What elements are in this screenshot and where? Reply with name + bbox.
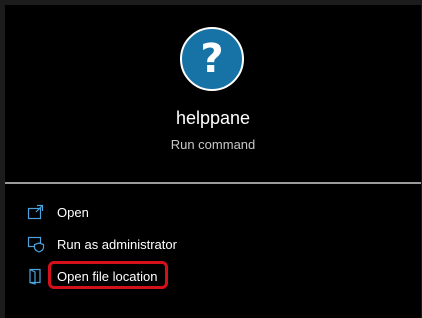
question-mark-icon: ? <box>180 27 244 91</box>
app-icon-glyph: ? <box>200 36 224 82</box>
open-window-icon <box>27 203 45 221</box>
run-as-administrator-label: Run as administrator <box>57 236 177 252</box>
folder-icon <box>27 267 45 285</box>
app-type-label: Run command <box>170 137 256 152</box>
run-as-administrator-action[interactable]: Run as administrator <box>27 231 177 257</box>
open-file-location-label: Open file location <box>57 268 158 284</box>
divider <box>5 182 421 184</box>
open-action[interactable]: Open <box>27 199 89 225</box>
open-file-location-action[interactable]: Open file location <box>27 263 157 289</box>
start-search-preview-pane: ? helppane Run command Open Run as admin… <box>5 5 421 318</box>
open-label: Open <box>57 204 89 220</box>
app-name: helppane <box>175 108 251 128</box>
shield-icon <box>27 235 45 253</box>
